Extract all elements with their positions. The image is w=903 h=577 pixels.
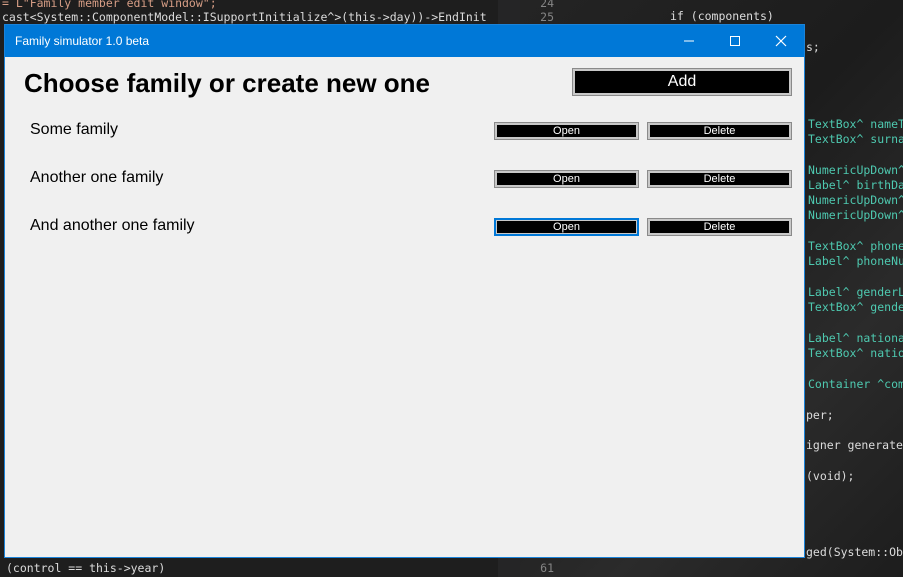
code-line: NumericUpDown^ <box>808 193 903 207</box>
code-line: s; <box>806 40 820 54</box>
open-button-label: Open <box>497 221 636 233</box>
code-line: Label^ nationa <box>808 331 903 345</box>
code-line: (void); <box>806 469 855 483</box>
code-line: TextBox^ phone <box>808 239 903 253</box>
code-line: Container ^com <box>808 377 903 391</box>
code-line: TextBox^ natio <box>808 346 903 360</box>
code-line: Label^ phoneNu <box>808 254 903 268</box>
maximize-icon <box>730 36 740 46</box>
code-line: TextBox^ nameT <box>808 117 903 131</box>
code-line: TextBox^ surna <box>808 132 903 146</box>
line-number: 61 <box>540 561 554 575</box>
delete-button-label: Delete <box>650 221 789 233</box>
open-button-label: Open <box>497 173 636 185</box>
code-line: Label^ genderL <box>808 285 903 299</box>
window-title: Family simulator 1.0 beta <box>15 34 150 48</box>
page-title: Choose family or create new one <box>24 68 431 98</box>
open-button-label: Open <box>497 125 636 137</box>
code-line: if (components) <box>670 9 774 23</box>
code-line: cast<System::ComponentModel::ISupportIni… <box>2 10 487 24</box>
code-line: Label^ birthDa <box>808 178 903 192</box>
close-button[interactable] <box>758 25 804 57</box>
family-name: Another one family <box>30 169 164 186</box>
open-family-button[interactable]: Open <box>494 122 639 140</box>
open-family-button[interactable]: Open <box>494 170 639 188</box>
code-line: TextBox^ gende <box>808 300 903 314</box>
title-bar[interactable]: Family simulator 1.0 beta <box>5 25 804 57</box>
maximize-button[interactable] <box>712 25 758 57</box>
family-row: And another one family Open Delete <box>5 217 804 241</box>
close-icon <box>775 35 787 47</box>
minimize-button[interactable] <box>666 25 712 57</box>
line-number: 25 <box>540 10 554 24</box>
family-row: Some family Open Delete <box>5 121 804 145</box>
open-family-button[interactable]: Open <box>494 218 639 236</box>
delete-family-button[interactable]: Delete <box>647 170 792 188</box>
delete-family-button[interactable]: Delete <box>647 218 792 236</box>
delete-button-label: Delete <box>650 173 789 185</box>
family-name: Some family <box>30 121 119 138</box>
code-line: NumericUpDown^ <box>808 208 903 222</box>
family-name: And another one family <box>30 217 195 234</box>
code-line: ged(System::Obj <box>806 545 903 559</box>
code-line: per; <box>806 408 834 422</box>
code-line: igner generated <box>806 438 903 452</box>
delete-family-button[interactable]: Delete <box>647 122 792 140</box>
add-button-label: Add <box>575 71 789 93</box>
add-family-button[interactable]: Add <box>572 68 792 96</box>
delete-button-label: Delete <box>650 125 789 137</box>
family-row: Another one family Open Delete <box>5 169 804 193</box>
code-line: NumericUpDown^ <box>808 163 903 177</box>
minimize-icon <box>684 40 694 42</box>
app-window: Family simulator 1.0 beta Choose family … <box>4 24 805 558</box>
code-line: (control == this->year) <box>6 561 166 575</box>
